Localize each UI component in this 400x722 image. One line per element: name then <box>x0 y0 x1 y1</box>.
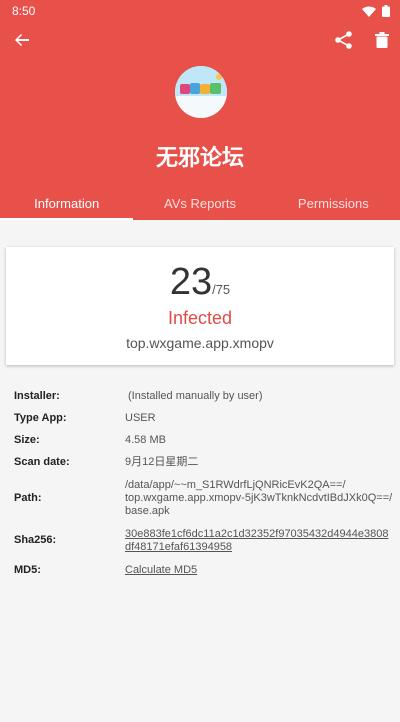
arrow-back-icon <box>15 34 29 46</box>
path-line: /data/app/~~m_S1RWdrfLjQNRicEvK2QA==/ <box>125 479 346 491</box>
verdict-label: Infected <box>167 308 233 328</box>
battery-icon <box>382 5 390 17</box>
info-value: (Installed manually by user) <box>128 390 263 402</box>
tab-information[interactable]: Information <box>0 188 134 220</box>
info-label: Size: <box>14 434 40 446</box>
status-bar: 8:50 <box>0 0 400 22</box>
app-header: 8:50 无邪论坛 Information AVs Reports Permis… <box>0 0 400 220</box>
info-label: Scan date: <box>14 456 70 468</box>
share-icon <box>335 31 352 49</box>
info-label: Installer: <box>14 390 60 402</box>
info-label: Sha256: <box>14 534 57 546</box>
wifi-icon <box>362 6 376 17</box>
path-line: base.apk <box>125 505 170 517</box>
info-label: Path: <box>14 492 42 504</box>
info-value: 4.58 MB <box>125 434 166 446</box>
detection-score: 23/75 <box>6 261 394 304</box>
calculate-md5-link[interactable]: Calculate MD5 <box>125 564 395 577</box>
sha256-line: df48171efaf61394958 <box>125 541 233 553</box>
info-value: 9月12日星期二 <box>125 456 199 468</box>
sha256-link[interactable]: 30e883fe1cf6dc11a2c1d32352f97035432d4944… <box>125 528 395 554</box>
delete-button[interactable] <box>368 26 396 54</box>
app-name: 无邪论坛 <box>155 146 244 171</box>
app-logo-icon <box>175 66 227 118</box>
detection-count: 23 <box>169 261 213 303</box>
path-line: top.wxgame.app.xmopv-5jK3wTknkNcdvtIBdJX… <box>125 492 393 504</box>
info-label: MD5: <box>14 564 41 576</box>
scan-result-card: 23/75 Infected top.wxgame.app.xmopv <box>6 247 394 365</box>
sha256-line: 30e883fe1cf6dc11a2c1d32352f97035432d4944… <box>125 528 389 540</box>
info-value-path: /data/app/~~m_S1RWdrfLjQNRicEvK2QA==/ to… <box>125 479 395 518</box>
share-button[interactable] <box>330 26 358 54</box>
package-name: top.wxgame.app.xmopv <box>126 335 274 351</box>
status-time: 8:50 <box>12 4 36 18</box>
tab-bar: Information AVs Reports Permissions <box>0 188 400 220</box>
tab-permissions[interactable]: Permissions <box>267 188 400 220</box>
info-label: Type App: <box>14 412 67 424</box>
tab-avs-reports[interactable]: AVs Reports <box>133 188 266 220</box>
detection-total: /75 <box>212 282 231 297</box>
info-value: USER <box>125 412 156 424</box>
trash-icon <box>375 32 389 48</box>
back-button[interactable] <box>8 26 36 54</box>
